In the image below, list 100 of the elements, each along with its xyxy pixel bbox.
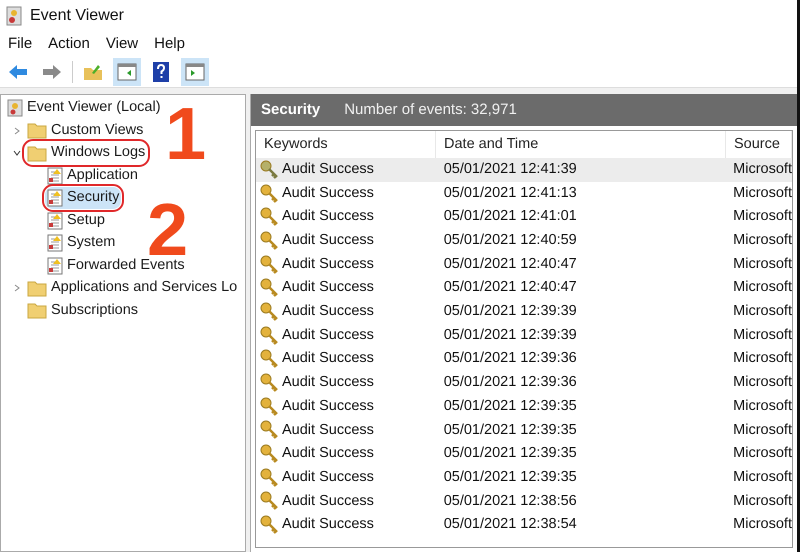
table-cell-text: Audit Success — [282, 326, 374, 345]
table-cell-text: Audit Success — [282, 468, 374, 487]
table-cell-text: 05/01/2021 12:39:35 — [444, 468, 577, 487]
key-icon — [260, 349, 280, 370]
log-icon — [47, 189, 63, 208]
table-cell-text: 05/01/2021 12:38:56 — [444, 492, 577, 511]
table-cell-text: Microsoft — [733, 184, 792, 203]
log-icon — [47, 166, 63, 185]
table-cell-text: Microsoft — [733, 254, 792, 274]
event-row[interactable]: Audit Success 05/01/2021 12:38:54 Microsoft — [256, 513, 792, 537]
app-icon — [6, 6, 22, 26]
table-cell-text: Microsoft — [733, 207, 792, 226]
event-row[interactable]: Audit Success 05/01/2021 12:39:35 Microsoft — [256, 442, 792, 466]
event-row[interactable]: Audit Success 05/01/2021 12:41:13 Microsoft — [256, 182, 792, 206]
table-cell-text: Audit Success — [282, 302, 374, 322]
table-cell-text: Microsoft — [733, 444, 792, 464]
collapsed-chevron-icon[interactable] — [13, 126, 21, 135]
table-cell-text: 05/01/2021 12:41:39 — [444, 160, 577, 179]
key-icon — [260, 468, 280, 488]
table-cell-text: Audit Success — [282, 231, 374, 250]
tree-item[interactable]: Forwarded Events — [45, 254, 187, 277]
folder-icon — [27, 144, 47, 162]
table-cell-text: Audit Success — [282, 184, 374, 203]
tree-item[interactable]: Setup — [45, 210, 107, 232]
table-cell-text: 05/01/2021 12:40:47 — [444, 254, 577, 274]
tree-item[interactable]: Applications and Services Lo — [25, 277, 240, 300]
tree-item[interactable]: Custom Views — [25, 120, 146, 142]
event-row[interactable]: Audit Success 05/01/2021 12:40:47 Microsoft — [256, 252, 792, 276]
pane-icon — [185, 62, 205, 80]
event-log-icon — [7, 99, 23, 118]
event-row[interactable]: Audit Success 05/01/2021 12:39:35 Microsoft — [256, 466, 792, 490]
table-cell-text: Microsoft — [733, 468, 792, 487]
table-cell-text: 05/01/2021 12:39:39 — [444, 326, 577, 345]
annotation-number: 1 — [165, 107, 206, 160]
key-icon — [260, 254, 280, 275]
table-cell-text: Microsoft — [733, 373, 792, 392]
table-cell-text: Audit Success — [282, 349, 374, 368]
key-icon — [260, 491, 280, 512]
event-row[interactable]: Audit Success 05/01/2021 12:40:59 Microsoft — [256, 229, 792, 253]
menu-item[interactable]: View — [104, 32, 140, 56]
back-arrow-icon — [8, 64, 28, 80]
table-cell-text: Microsoft — [733, 231, 792, 250]
tree-item[interactable]: Security — [45, 187, 122, 210]
key-icon — [260, 373, 280, 394]
key-icon — [260, 396, 280, 417]
toolbar-button[interactable] — [113, 58, 141, 86]
tree-item[interactable]: Windows Logs — [25, 142, 148, 164]
tree-item[interactable]: Event Viewer (Local) — [5, 97, 163, 120]
event-row[interactable]: Audit Success 05/01/2021 12:39:35 Microsoft — [256, 394, 792, 419]
event-row[interactable]: Audit Success 05/01/2021 12:39:39 Microsoft — [256, 300, 792, 324]
event-row[interactable]: Audit Success 05/01/2021 12:39:35 Microsoft — [256, 418, 792, 442]
menu-item[interactable]: File — [6, 32, 34, 56]
folder-icon — [27, 302, 47, 320]
folder-icon — [27, 122, 47, 140]
table-cell-text: Audit Success — [282, 278, 374, 298]
key-icon — [260, 326, 280, 346]
key-icon — [260, 515, 280, 536]
event-row[interactable]: Audit Success 05/01/2021 12:41:39 Microsoft — [256, 158, 792, 182]
log-icon — [47, 234, 63, 252]
tree-item[interactable]: System — [45, 232, 118, 254]
event-row[interactable]: Audit Success 05/01/2021 12:39:39 Microsoft — [256, 324, 792, 348]
key-icon — [260, 302, 280, 322]
tree-item[interactable]: Application — [45, 164, 140, 187]
pane-icon — [117, 62, 137, 80]
table-cell-text: Audit Success — [282, 492, 374, 511]
table-cell-text: Audit Success — [282, 396, 374, 416]
table-cell-text: 05/01/2021 12:38:54 — [444, 515, 577, 534]
table-cell-text: Microsoft — [733, 302, 792, 322]
table-cell-text: Microsoft — [733, 420, 792, 440]
event-row[interactable]: Audit Success 05/01/2021 12:38:56 Microsoft — [256, 490, 792, 514]
event-row[interactable]: Audit Success 05/01/2021 12:40:47 Microsoft — [256, 276, 792, 300]
folder-icon — [83, 62, 103, 80]
annotation-number: 2 — [147, 203, 188, 256]
table-cell-text: Microsoft — [733, 349, 792, 368]
table-cell-text: Microsoft — [733, 160, 792, 179]
table-cell-text: 05/01/2021 12:41:01 — [444, 207, 577, 226]
log-icon — [47, 212, 63, 230]
table-cell-text: Microsoft — [733, 515, 792, 534]
table-cell-text: 05/01/2021 12:40:59 — [444, 231, 577, 250]
table-cell-text: 05/01/2021 12:39:35 — [444, 444, 577, 464]
collapsed-chevron-icon[interactable] — [13, 284, 21, 292]
table-cell-text: 05/01/2021 12:39:35 — [444, 420, 577, 440]
menu-item[interactable]: Action — [46, 32, 92, 56]
key-icon — [260, 184, 280, 204]
tree-item[interactable]: Subscriptions — [25, 300, 140, 322]
event-row[interactable]: Audit Success 05/01/2021 12:39:36 Microsoft — [256, 371, 792, 395]
table-cell-text: Audit Success — [282, 160, 374, 179]
help-icon — [153, 62, 169, 82]
table-cell-text: 05/01/2021 12:39:39 — [444, 302, 577, 322]
table-cell-text: 05/01/2021 12:39:36 — [444, 373, 577, 392]
key-icon — [260, 444, 280, 464]
log-icon — [47, 256, 63, 275]
event-row[interactable]: Audit Success 05/01/2021 12:41:01 Microsoft — [256, 205, 792, 230]
menu-item[interactable]: Help — [152, 32, 187, 56]
event-row[interactable]: Audit Success 05/01/2021 12:39:36 Microsoft — [256, 348, 792, 372]
expanded-chevron-icon[interactable] — [13, 149, 21, 158]
toolbar-button[interactable] — [181, 58, 209, 86]
table-cell-text: Audit Success — [282, 444, 374, 464]
table-cell-text: 05/01/2021 12:41:13 — [444, 184, 577, 203]
panel-title: Security — [261, 100, 320, 120]
